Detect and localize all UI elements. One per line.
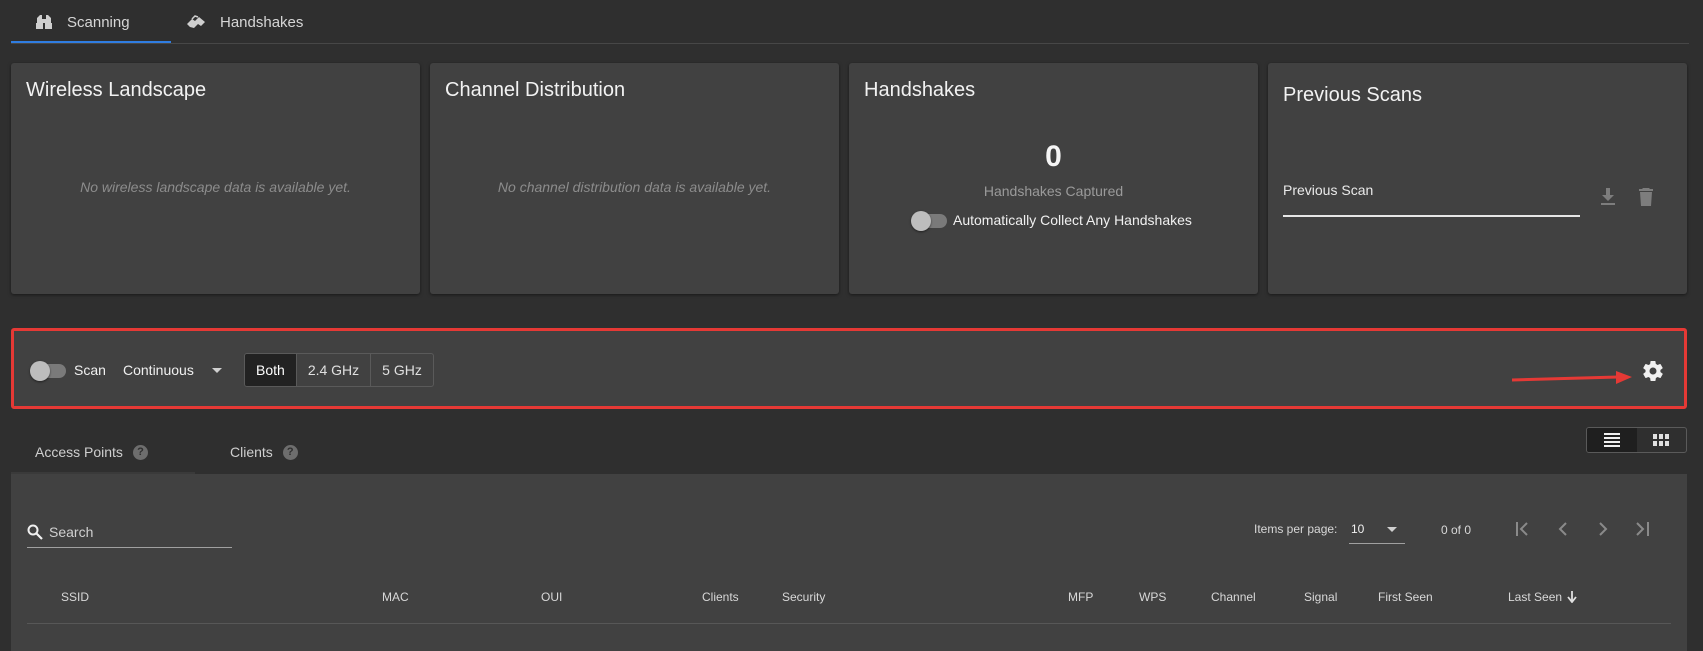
table-header-divider [27, 623, 1671, 624]
channel-distribution-empty: No channel distribution data is availabl… [497, 179, 772, 195]
page-range-label: 0 of 0 [1441, 523, 1472, 537]
first-page-button[interactable] [1509, 514, 1539, 544]
chevron-left-icon [1558, 522, 1567, 536]
chevron-down-icon [1387, 527, 1397, 532]
chevron-right-icon [1599, 522, 1608, 536]
list-view-button[interactable] [1587, 428, 1637, 452]
column-header-first-seen[interactable]: First Seen [1378, 590, 1433, 604]
grid-view-button[interactable] [1637, 428, 1687, 452]
handshakes-title: Handshakes [864, 79, 976, 101]
search-placeholder: Search [49, 523, 94, 540]
channel-distribution-title: Channel Distribution [445, 79, 626, 101]
view-toggle-group [1586, 427, 1687, 453]
scan-controls-bar: Scan Continuous Both 2.4 GHz 5 GHz [11, 328, 1687, 409]
help-icon[interactable]: ? [132, 444, 148, 460]
grid-view-icon [1653, 434, 1670, 446]
list-view-icon [1603, 433, 1620, 447]
gear-icon [1643, 361, 1663, 382]
column-header-mfp[interactable]: MFP [1068, 590, 1093, 604]
previous-scans-title: Previous Scans [1283, 84, 1422, 106]
column-header-clients[interactable]: Clients [702, 590, 739, 604]
delete-icon[interactable] [1634, 185, 1658, 209]
auto-collect-label: Automatically Collect Any Handshakes [953, 212, 1192, 228]
items-per-page-value: 10 [1351, 522, 1365, 536]
handshakes-card: Handshakes 0 Handshakes Captured Automat… [849, 63, 1258, 294]
active-tab-indicator [11, 41, 171, 43]
column-header-mac[interactable]: MAC [382, 590, 409, 604]
column-header-ssid[interactable]: SSID [61, 590, 89, 604]
tab-handshakes[interactable]: Handshakes [186, 0, 303, 44]
previous-scan-underline [1283, 215, 1580, 217]
band-5ghz-button[interactable]: 5 GHz [371, 354, 433, 386]
auto-collect-toggle[interactable] [911, 210, 947, 231]
scan-mode-value: Continuous [123, 362, 194, 378]
tab-access-points-label: Access Points [35, 444, 123, 460]
tab-clients[interactable]: Clients ? [230, 430, 298, 474]
previous-page-button[interactable] [1548, 514, 1578, 544]
previous-scan-select[interactable]: Previous Scan [1283, 182, 1373, 198]
wireless-landscape-card: Wireless Landscape No wireless landscape… [11, 63, 420, 294]
search-icon [27, 524, 43, 540]
handshakes-count: 0 [1045, 140, 1062, 173]
tab-clients-label: Clients [230, 444, 273, 460]
tab-scanning-label: Scanning [67, 13, 130, 31]
items-per-page-select[interactable]: 10 [1349, 514, 1405, 544]
search-field[interactable]: Search [27, 516, 232, 548]
column-header-signal[interactable]: Signal [1304, 590, 1337, 604]
scan-label: Scan [74, 362, 106, 378]
band-2-4ghz-button[interactable]: 2.4 GHz [297, 354, 372, 386]
tab-handshakes-label: Handshakes [220, 13, 304, 31]
download-icon[interactable] [1596, 185, 1620, 209]
binoculars-icon [36, 15, 52, 29]
scan-mode-select[interactable]: Continuous [123, 362, 222, 378]
column-header-oui[interactable]: OUI [541, 590, 562, 604]
channel-distribution-card: Channel Distribution No channel distribu… [430, 63, 839, 294]
chevron-down-icon [211, 367, 222, 373]
handshakes-count-label: Handshakes Captured [983, 183, 1124, 199]
column-header-channel[interactable]: Channel [1211, 590, 1256, 604]
next-page-button[interactable] [1588, 514, 1618, 544]
column-header-wps[interactable]: WPS [1139, 590, 1166, 604]
access-points-table-panel: Search Items per page: 10 0 of 0 SSID MA… [11, 474, 1687, 651]
column-header-last-seen-label: Last Seen [1508, 590, 1563, 604]
help-icon[interactable]: ? [282, 444, 298, 460]
handshake-icon [187, 15, 205, 28]
tab-scanning[interactable]: Scanning [35, 0, 130, 44]
band-toggle-group: Both 2.4 GHz 5 GHz [244, 353, 434, 387]
auto-collect-row: Automatically Collect Any Handshakes [911, 210, 1192, 231]
wireless-landscape-empty: No wireless landscape data is available … [80, 179, 351, 195]
last-page-icon [1636, 522, 1649, 536]
band-both-button[interactable]: Both [245, 354, 297, 386]
last-page-button[interactable] [1627, 514, 1657, 544]
items-per-page-label: Items per page: [1254, 522, 1338, 536]
first-page-icon [1516, 522, 1528, 536]
scan-toggle[interactable] [30, 360, 66, 381]
annotation-arrow-icon [1512, 371, 1632, 384]
previous-scans-card: Previous Scans Previous Scan [1268, 63, 1687, 294]
arrow-down-icon [1567, 591, 1577, 603]
tab-access-points[interactable]: Access Points ? [35, 430, 148, 474]
settings-gear-button[interactable] [1641, 359, 1665, 388]
column-header-security[interactable]: Security [782, 590, 825, 604]
column-header-last-seen[interactable]: Last Seen [1508, 590, 1577, 604]
wireless-landscape-title: Wireless Landscape [26, 79, 207, 101]
